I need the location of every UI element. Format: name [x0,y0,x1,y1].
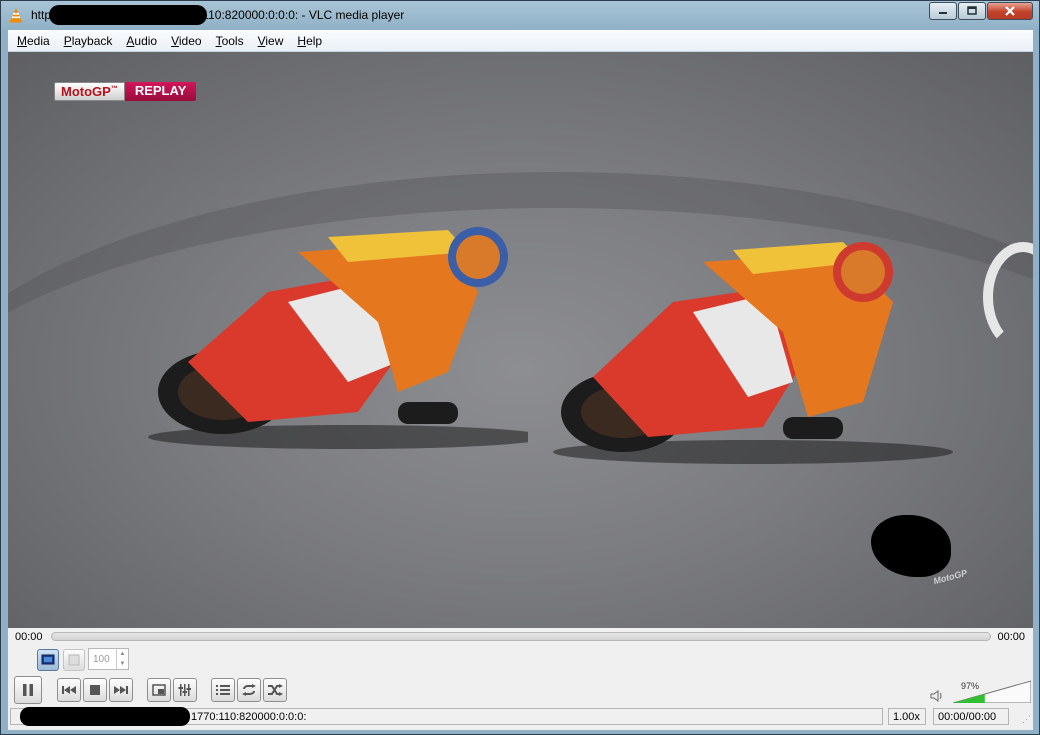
loop-icon [242,684,256,696]
vlc-cone-icon [10,8,22,23]
menu-video-label: ideo [178,33,202,48]
menu-playback[interactable]: Playback [57,34,120,48]
menu-view[interactable]: View [251,34,291,48]
resize-grip-icon[interactable]: ⋰ [1022,714,1031,725]
replay-badge: REPLAY [124,82,197,101]
menu-playback-accel: P [63,33,72,48]
window-title-prefix: http [31,8,52,22]
menu-playback-label: layback [71,33,113,48]
video-output[interactable]: MotoGP™ REPLAY MotoGP [8,52,1033,628]
previous-icon [62,686,76,694]
broadcast-badge: MotoGP™ REPLAY [54,82,197,101]
frame-icon [68,654,80,666]
menu-help-label: elp [306,33,323,48]
time-status-label: 00:00/00:00 [938,710,997,723]
spin-down-icon: ▼ [119,661,126,667]
maximize-icon [967,6,977,15]
menu-tools-label: ools [221,33,244,48]
spin-arrows[interactable]: ▲ ▼ [116,649,128,669]
playlist-button[interactable] [211,678,235,702]
pause-icon [23,684,33,696]
stop-icon [90,685,100,695]
close-button[interactable] [987,2,1033,20]
playlist-icon [216,685,230,695]
redaction-mark [20,707,190,726]
motogp-badge: MotoGP™ [54,82,125,101]
motogp-badge-mark: ™ [110,85,118,93]
time-status[interactable]: 00:00/00:00 [933,708,1009,725]
vlc-window: http :110:820000:0:0:0: - VLC media play… [0,0,1040,735]
spin-up-icon: ▲ [119,651,126,657]
menu-help[interactable]: Help [290,34,329,48]
pause-button[interactable] [14,676,42,704]
equalizer-icon [178,684,191,696]
status-bar: 1770:110:820000:0:0:0: 1.00x 00:00/00:00… [8,707,1033,727]
stop-button[interactable] [83,678,107,702]
frame-step-value: 100 [93,653,110,665]
playback-speed-label: 1.00x [893,710,920,723]
menu-media-label: edia [27,33,50,48]
frame-by-frame-button[interactable] [63,649,85,671]
fullscreen-button[interactable] [147,678,171,702]
shuffle-button[interactable] [263,678,287,702]
menu-view-label: iew [265,33,284,48]
minimize-icon [939,12,947,14]
next-button[interactable] [109,678,133,702]
title-bar[interactable]: http :110:820000:0:0:0: - VLC media play… [1,1,1039,30]
status-url: 1770:110:820000:0:0:0: [191,710,307,723]
frame-step-spinbox[interactable]: 100 ▲ ▼ [88,648,129,670]
rider-right-image [553,242,953,464]
menu-audio[interactable]: Audio [119,34,164,48]
previous-button[interactable] [57,678,81,702]
menu-audio-label: udio [134,33,158,48]
shuffle-icon [268,684,283,696]
loop-button[interactable] [237,678,261,702]
menu-media[interactable]: Media [10,34,57,48]
remaining-time[interactable]: 00:00 [997,631,1025,643]
volume-percent: 97% [961,681,980,691]
menu-bar: Media Playback Audio Video Tools View He… [8,30,1033,52]
extended-settings-button[interactable] [173,678,197,702]
control-panel: 00:00 00:00 100 ▲ ▼ 97% 1770:110:820000:… [8,628,1033,730]
snapshot-button[interactable] [37,649,59,671]
menu-video-accel: V [171,33,179,48]
minimize-button[interactable] [929,2,957,20]
playback-speed[interactable]: 1.00x [888,708,926,725]
menu-media-accel: M [17,33,27,48]
maximize-button[interactable] [958,2,986,20]
menu-video[interactable]: Video [164,34,208,48]
menu-tools[interactable]: Tools [209,34,251,48]
window-title: :110:820000:0:0:0: - VLC media player [199,8,405,22]
screen-icon [41,654,55,665]
motogp-badge-text: MotoGP [61,84,111,99]
elapsed-time: 00:00 [15,631,43,643]
caption-buttons [928,2,1033,20]
close-icon [1005,6,1015,16]
redaction-mark [49,5,207,25]
speaker-icon[interactable] [930,690,944,705]
rider-left-image [148,227,528,449]
menu-help-accel: H [297,33,307,48]
next-icon [114,686,128,694]
fullscreen-icon [152,684,166,696]
seek-bar[interactable] [51,632,991,641]
